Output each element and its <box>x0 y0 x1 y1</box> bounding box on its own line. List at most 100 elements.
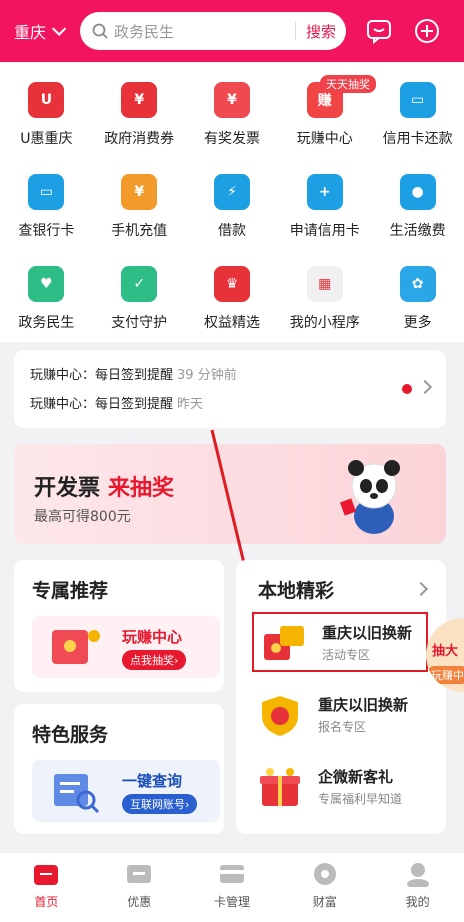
grid-item-label: 支付守护 <box>111 315 168 331</box>
account-pill[interactable]: 互联网账号› <box>122 794 198 814</box>
voucher-icon: ¥ <box>121 82 158 118</box>
panda-mascot-icon <box>339 460 400 534</box>
notice-time: 39 分钟前 <box>177 368 237 383</box>
tab-home[interactable]: 首页 <box>0 853 93 922</box>
shield-check-icon: ✓ <box>121 266 158 302</box>
grid-item[interactable]: ✓ 支付守护 <box>93 266 186 332</box>
grid-item[interactable]: ¥ 政府消费券 <box>93 82 186 148</box>
grid-item[interactable]: ✿ 更多 <box>371 266 464 332</box>
local-item-desc: 专属福利早知道 <box>318 792 403 806</box>
tab-offers[interactable]: 优惠 <box>93 853 186 922</box>
services-card: 特色服务 一键查询 互联网账号› <box>14 704 224 834</box>
tab-wealth[interactable]: 财富 <box>278 853 371 922</box>
search-button[interactable]: 搜索 <box>306 21 336 42</box>
grid-item[interactable]: + 申请信用卡 <box>278 174 371 240</box>
city-selector[interactable]: 重庆 <box>14 19 80 43</box>
apply-card-icon: + <box>306 174 343 210</box>
recommend-title: 专属推荐 <box>32 580 109 602</box>
local-item-name: 重庆以旧换新 <box>322 624 413 642</box>
banner-title-a: 开发票 <box>34 476 101 501</box>
bank-card-icon: ▭ <box>28 174 65 210</box>
search-bar[interactable]: 政务民生 搜索 <box>80 12 346 50</box>
invoice-lottery-banner[interactable]: 开发票 来抽奖 最高可得800元 <box>14 444 446 544</box>
local-item[interactable]: 重庆以旧换新 活动专区 <box>252 612 428 672</box>
local-item-desc: 活动专区 <box>322 648 371 662</box>
grid-item[interactable]: ⚡ 借款 <box>186 174 279 240</box>
float-badge-top: 抽大 <box>432 644 459 659</box>
grid-item[interactable]: ▭ 查银行卡 <box>0 174 93 240</box>
grid-item-label: 玩赚中心 <box>296 131 353 147</box>
coupon-icon <box>127 865 152 883</box>
tab-label: 我的 <box>405 895 430 909</box>
top-header: 重庆 政务民生 搜索 <box>0 0 464 62</box>
tab-card-manage[interactable]: 卡管理 <box>186 853 279 922</box>
search-placeholder: 政务民生 <box>114 22 175 41</box>
notice-text: 玩赚中心：每日签到提醒 <box>30 397 174 412</box>
wealth-icon <box>313 863 336 885</box>
local-card: 本地精彩 重庆以旧换新 活动专区 重庆以旧换新 报名专区 企微新客礼 专属福利早… <box>236 560 446 834</box>
search-icon <box>92 23 108 39</box>
grid-item[interactable]: ¥ 手机充值 <box>93 174 186 240</box>
recommend-card: 专属推荐 玩赚中心 点我抽奖› <box>14 560 224 692</box>
lottery-pill[interactable]: 点我抽奖› <box>122 650 187 670</box>
grid-item-label: 有奖发票 <box>203 131 260 147</box>
card-icon <box>219 865 244 883</box>
local-item[interactable]: 企微新客礼 专属福利早知道 <box>250 758 426 818</box>
banner-title-b: 来抽奖 <box>108 476 175 501</box>
shield-badge-icon <box>262 696 298 736</box>
grid-item[interactable]: ▭ 信用卡还款 <box>371 82 464 148</box>
city-label: 重庆 <box>14 23 47 42</box>
grid-item[interactable]: ¥ 有奖发票 <box>186 82 279 148</box>
phone-recharge-icon: ¥ <box>121 174 158 210</box>
grid-item-label: 权益精选 <box>203 315 260 331</box>
unread-dot <box>402 384 412 394</box>
message-icon[interactable] <box>364 16 394 46</box>
grid-item-label: 政府消费券 <box>104 131 175 147</box>
invoice-gift-icon: ¥ <box>213 82 250 118</box>
grid-item-label: 信用卡还款 <box>382 131 453 147</box>
notice-text: 玩赚中心：每日签到提醒 <box>30 368 174 383</box>
search-divider <box>294 22 296 40</box>
earn-center-label: 玩赚中心 <box>122 628 183 646</box>
life-payment-icon: ● <box>399 174 436 210</box>
local-item[interactable]: 重庆以旧换新 报名专区 <box>250 686 426 746</box>
tab-label: 优惠 <box>127 895 152 909</box>
banner-subtitle: 最高可得800元 <box>34 509 131 525</box>
tab-mine[interactable]: 我的 <box>371 853 464 922</box>
chevron-right-icon[interactable] <box>413 581 429 597</box>
home-icon <box>34 865 59 885</box>
grid-item-label: 申请信用卡 <box>289 223 360 239</box>
local-item-name: 企微新客礼 <box>318 768 394 786</box>
crown-icon: ♛ <box>213 266 250 302</box>
one-click-query-label: 一键查询 <box>122 772 183 790</box>
float-badge-bottom: 玩赚中 <box>428 666 464 684</box>
chevron-down-icon <box>52 21 67 36</box>
local-item-desc: 报名专区 <box>318 720 367 734</box>
tab-label: 财富 <box>312 895 337 909</box>
u-coupon-icon: U <box>28 82 65 118</box>
grid-item-label: 查银行卡 <box>18 223 75 239</box>
notice-card[interactable]: 玩赚中心：每日签到提醒 39 分钟前 玩赚中心：每日签到提醒 昨天 <box>14 350 446 428</box>
profile-icon <box>406 863 429 887</box>
function-grid: U U惠重庆 ¥ 政府消费券 ¥ 有奖发票赚玩赚中心 ▭ 信用卡还款 ▭ 查银行卡 ¥ 手机充值 ⚡ 借款… <box>0 82 464 332</box>
grid-item[interactable]: ● 生活缴费 <box>371 174 464 240</box>
grid-item-label: 手机充值 <box>111 223 168 239</box>
loan-icon: ⚡ <box>213 174 250 210</box>
earn-center-tile[interactable]: 玩赚中心 点我抽奖› <box>32 616 220 678</box>
one-click-query-tile[interactable]: 一键查询 互联网账号› <box>32 760 220 822</box>
more-clover-icon: ✿ <box>399 266 436 302</box>
daily-lottery-badge: 天天抽奖 <box>320 75 376 93</box>
add-icon[interactable] <box>412 16 442 46</box>
banner-title: 开发票 来抽奖 <box>34 470 174 502</box>
grid-item-label: U惠重庆 <box>20 131 73 147</box>
grid-item-label: 生活缴费 <box>389 223 446 239</box>
function-panel: U U惠重庆 ¥ 政府消费券 ¥ 有奖发票赚玩赚中心 ▭ 信用卡还款 ▭ 查银行卡 ¥ 手机充值 ⚡ 借款… <box>0 62 464 342</box>
notice-row: 玩赚中心：每日签到提醒 39 分钟前 <box>30 364 430 383</box>
grid-item[interactable]: ♛ 权益精选 <box>186 266 279 332</box>
grid-item[interactable]: ▦ 我的小程序 <box>278 266 371 332</box>
gift-box-icon <box>260 768 300 806</box>
gov-home-icon: ♥ <box>28 266 65 302</box>
grid-item[interactable]: U U惠重庆 <box>0 82 93 148</box>
grid-item[interactable]: ♥ 政务民生 <box>0 266 93 332</box>
query-document-icon <box>54 774 100 814</box>
